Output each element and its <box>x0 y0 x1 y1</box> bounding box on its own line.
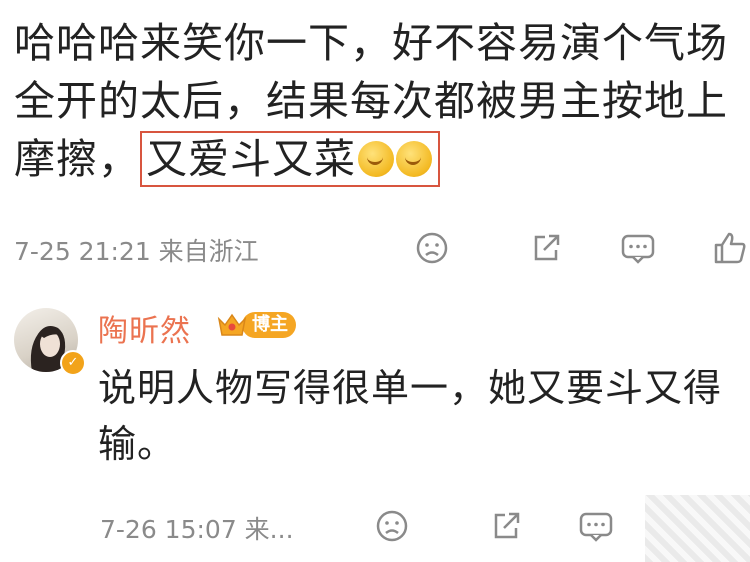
username[interactable]: 陶昕然 <box>98 306 191 350</box>
like-icon[interactable] <box>710 228 750 268</box>
comment-meta-row: 7-25 21:21 来自浙江 <box>14 228 746 268</box>
share-icon[interactable] <box>526 228 566 268</box>
comment-body: 哈哈哈来笑你一下，好不容易演个气场全开的太后，结果每次都被男主按地上摩擦， 又爱斗… <box>14 14 739 188</box>
blurred-watermark <box>645 495 750 562</box>
reply-timestamp: 7-26 15:07 来... <box>100 515 294 544</box>
reply-meta-row: 7-26 15:07 来... <box>100 506 740 546</box>
frown-icon[interactable] <box>372 506 412 546</box>
share-icon[interactable] <box>486 506 526 546</box>
frown-icon[interactable] <box>412 228 452 268</box>
comment-icon[interactable] <box>576 506 616 546</box>
verified-badge-icon: ✓ <box>60 350 86 376</box>
smirk-emoji-icon <box>396 141 432 177</box>
badge-label: 博主 <box>242 312 296 338</box>
smirk-emoji-icon <box>358 141 394 177</box>
reply-body: 说明人物写得很单一，她又要斗又得输。 <box>98 360 738 472</box>
crown-icon <box>216 310 248 340</box>
highlighted-text: 又爱斗又菜 <box>140 131 440 187</box>
reply-text: 说明人物写得很单一，她又要斗又得输。 <box>98 366 723 466</box>
comment-timestamp: 7-25 21:21 来自浙江 <box>14 237 259 266</box>
highlight-text: 又爱斗又菜 <box>146 135 356 183</box>
blogger-badge: 博主 <box>216 309 296 341</box>
comment-icon[interactable] <box>618 228 658 268</box>
